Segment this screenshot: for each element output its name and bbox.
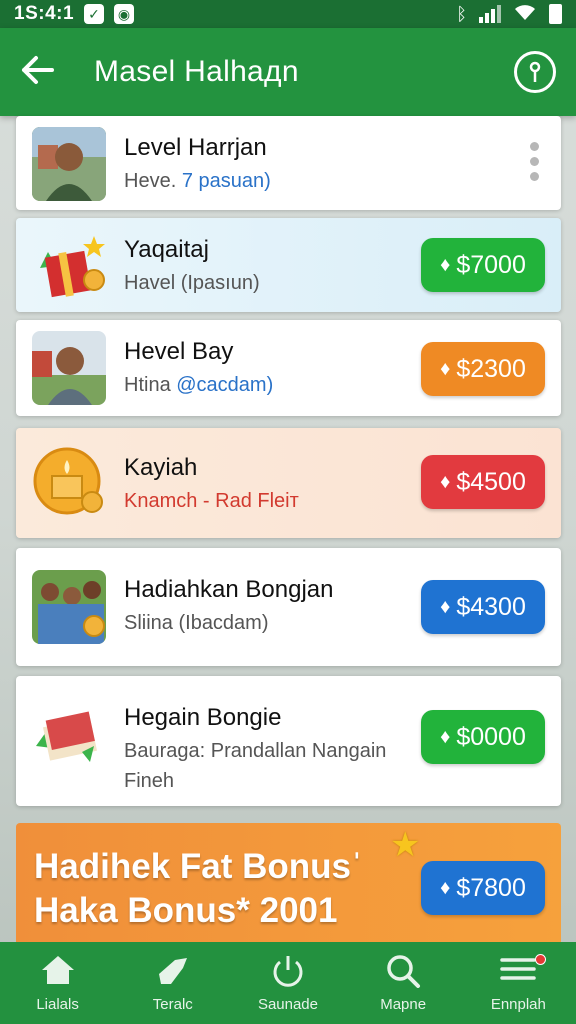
bluetooth-icon: ᛒ xyxy=(456,3,467,24)
list-item[interactable]: Hadiahkan Bongjan Sliina (Ibacdam) ♦ $430… xyxy=(16,548,561,666)
item-subtitle: Havel (Ipasıun) xyxy=(124,272,260,294)
item-text: Yaqaitaj Havel (Ipasıun) xyxy=(124,236,260,295)
price-label: $4500 xyxy=(456,467,526,496)
status-time: 1S:4:1 xyxy=(14,3,75,24)
item-subtitle-b: @cacdam) xyxy=(176,374,274,396)
app-bar: Masel Halhaдn xyxy=(0,28,576,116)
back-button[interactable] xyxy=(20,52,64,92)
bonus-text: Hadihek Fat Bonusˈ Haka Bonus* 2001 xyxy=(34,845,363,933)
gem-icon: ♦ xyxy=(440,595,451,618)
price-label: $2300 xyxy=(456,354,526,383)
battery-icon xyxy=(549,4,562,24)
gem-icon: ♦ xyxy=(440,357,451,380)
info-button[interactable] xyxy=(514,51,556,93)
coin-icon xyxy=(32,446,106,520)
item-title: Kayiah xyxy=(124,454,198,481)
nav-item-saunade[interactable]: Saunade xyxy=(238,954,338,1013)
price-button[interactable]: ♦ $7000 xyxy=(421,238,545,292)
item-text: Kayiah Knamch - Rad Fleiт xyxy=(124,454,299,513)
info-icon xyxy=(529,61,541,82)
list-item[interactable]: Kayiah Knamch - Rad Fleiт ♦ $4500 xyxy=(16,428,561,538)
price-button[interactable]: ♦ $0000 xyxy=(421,710,545,764)
message-icon: ✓ xyxy=(84,4,105,24)
gem-icon: ♦ xyxy=(440,253,451,276)
search-icon xyxy=(385,954,421,990)
list-item[interactable]: Level Harrjan Heve. 7 pasuan) xyxy=(16,116,561,210)
price-label: $0000 xyxy=(456,722,526,751)
nav-item-ennplah[interactable]: Ennplah xyxy=(468,953,568,1013)
price-button[interactable]: ♦ $4300 xyxy=(421,580,545,634)
item-title: Hegain Bongie xyxy=(124,704,282,731)
price-button[interactable]: ♦ $7800 xyxy=(421,861,545,915)
avatar xyxy=(32,331,106,405)
item-text: Level Harrjan Heve. 7 pasuan) xyxy=(124,134,271,193)
avatar xyxy=(32,127,106,201)
bonus-line-1: Hadihek Fat Bonusˈ xyxy=(34,847,363,886)
item-text: Hegain Bongie Bauraga: Prandallan Nangai… xyxy=(124,704,386,796)
item-subtitle-a: Heve. xyxy=(124,170,182,192)
wifi-icon xyxy=(513,3,537,26)
price-button[interactable]: ♦ $2300 xyxy=(421,342,545,396)
gem-icon: ♦ xyxy=(440,725,451,748)
item-text: Hadiahkan Bongjan Sliina (Ibacdam) xyxy=(124,576,334,635)
item-subtitle: Sliina (Ibacdam) xyxy=(124,612,269,634)
list-item[interactable]: Yaqaitaj Havel (Ipasıun) ♦ $7000 xyxy=(16,218,561,312)
price-button[interactable]: ♦ $4500 xyxy=(421,455,545,509)
item-text: Hevel Bay Htina @cacdam) xyxy=(124,338,273,397)
menu-icon xyxy=(500,954,537,990)
home-icon xyxy=(40,954,76,990)
item-title: Hadiahkan Bongjan xyxy=(124,576,334,603)
status-bar: 1S:4:1 ✓ ◉ ᛒ xyxy=(0,0,576,28)
megaphone-icon xyxy=(155,954,191,990)
item-subtitle-b: Fineh xyxy=(124,770,175,792)
signal-icon xyxy=(479,5,501,23)
item-subtitle-a: Htina xyxy=(124,374,177,396)
gem-icon: ♦ xyxy=(440,876,451,899)
item-subtitle: Heve. 7 pasuan) xyxy=(124,170,271,193)
item-title: Level Harrjan xyxy=(124,134,267,161)
bonus-line-2: Haka Bonus* 2001 xyxy=(34,891,338,930)
item-subtitle: Htina @cacdam) xyxy=(124,374,273,397)
nav-item-mapne[interactable]: Mapne xyxy=(353,954,453,1013)
bonus-banner[interactable]: Hadihek Fat Bonusˈ Haka Bonus* 2001 ★ ♦ $… xyxy=(16,823,561,948)
nav-label: Ennplah xyxy=(490,995,546,1013)
notification-dot xyxy=(535,953,547,965)
nav-item-teralc[interactable]: Teralc xyxy=(123,954,223,1013)
item-subtitle: Knamch - Rad Fleiт xyxy=(124,490,299,512)
bottom-nav: Lialals Teralc Saunade Mapne Ennplah xyxy=(0,942,576,1024)
item-title: Hevel Bay xyxy=(124,338,234,365)
price-label: $4300 xyxy=(456,592,526,621)
power-icon xyxy=(270,954,306,990)
nav-label: Mapne xyxy=(380,995,427,1013)
item-subtitle-a: Bauraga: Prandallan Nangain xyxy=(124,740,387,762)
list-item[interactable]: Hegain Bongie Bauraga: Prandallan Nangai… xyxy=(16,676,561,806)
price-label: $7800 xyxy=(456,873,526,902)
book-icon xyxy=(32,702,106,776)
nav-label: Teralc xyxy=(152,995,193,1013)
item-subtitle-b: 7 pasuan) xyxy=(181,170,271,192)
gem-icon: ♦ xyxy=(440,470,451,493)
list-item[interactable]: Hevel Bay Htina @cacdam) ♦ $2300 xyxy=(16,320,561,416)
nav-item-home[interactable]: Lialals xyxy=(8,954,108,1013)
page-title: Masel Halhaдn xyxy=(94,55,299,88)
nav-label: Saunade xyxy=(257,995,318,1013)
camera-icon: ◉ xyxy=(114,4,135,24)
arrow-left-icon xyxy=(22,56,54,84)
item-subtitle: Bauraga: Prandallan Nangain Fineh xyxy=(124,736,386,796)
more-menu-button[interactable] xyxy=(530,142,539,181)
group-photo xyxy=(32,570,106,644)
star-icon: ★ xyxy=(390,826,421,864)
item-title: Yaqaitaj xyxy=(124,236,209,263)
price-label: $7000 xyxy=(456,250,526,279)
nav-label: Lialals xyxy=(36,995,79,1013)
gift-icon xyxy=(32,228,106,302)
